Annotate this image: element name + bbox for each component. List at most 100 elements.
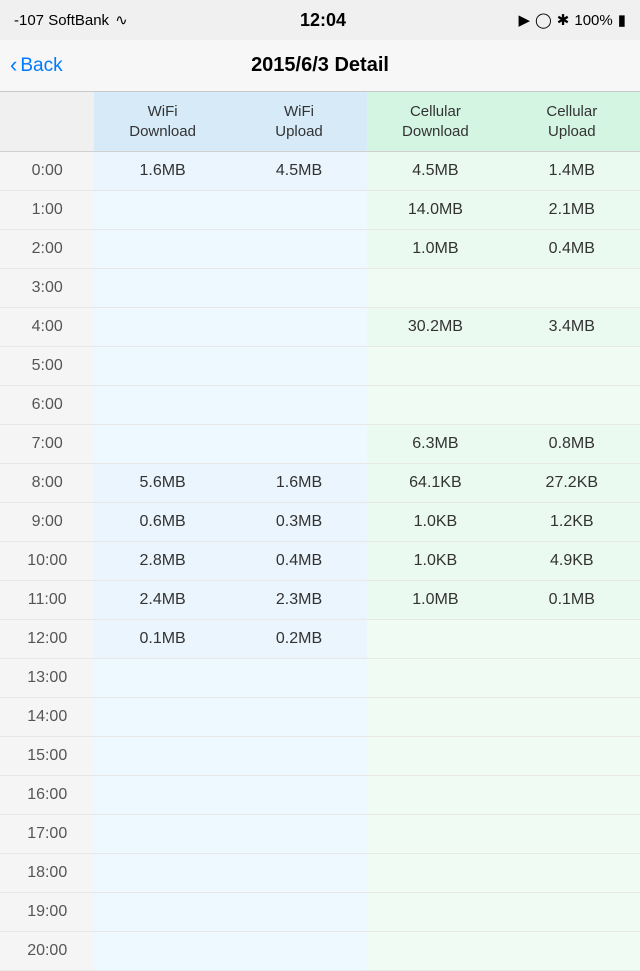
wifi-download-cell bbox=[94, 893, 230, 932]
table-row: 10:002.8MB0.4MB1.0KB4.9KB bbox=[0, 542, 640, 581]
wifi-upload-cell: 0.3MB bbox=[231, 503, 367, 542]
wifi-download-cell bbox=[94, 386, 230, 425]
table-row: 16:00 bbox=[0, 776, 640, 815]
wifi-download-cell: 0.6MB bbox=[94, 503, 230, 542]
wifi-upload-cell bbox=[231, 230, 367, 269]
table-row: 1:00 14.0MB2.1MB bbox=[0, 191, 640, 230]
cell-upload-cell: 27.2KB bbox=[504, 464, 640, 503]
wifi-upload-cell bbox=[231, 776, 367, 815]
col-header-cell-upload: CellularUpload bbox=[504, 92, 640, 152]
wifi-upload-cell: 2.3MB bbox=[231, 581, 367, 620]
cell-download-cell: 14.0MB bbox=[367, 191, 503, 230]
time-cell: 14:00 bbox=[0, 698, 94, 737]
bluetooth-icon: ✱ bbox=[557, 11, 570, 29]
cell-upload-cell: 0.4MB bbox=[504, 230, 640, 269]
wifi-upload-cell bbox=[231, 347, 367, 386]
time-cell: 11:00 bbox=[0, 581, 94, 620]
col-header-wifi-download: WiFiDownload bbox=[94, 92, 230, 152]
col-header-time bbox=[0, 92, 94, 152]
table-row: 19:00 bbox=[0, 893, 640, 932]
table-row: 3:00 bbox=[0, 269, 640, 308]
cell-download-cell: 4.5MB bbox=[367, 152, 503, 191]
wifi-upload-cell bbox=[231, 425, 367, 464]
time-cell: 1:00 bbox=[0, 191, 94, 230]
cell-download-cell: 6.3MB bbox=[367, 425, 503, 464]
col-header-cell-download: CellularDownload bbox=[367, 92, 503, 152]
back-button[interactable]: ‹ Back bbox=[10, 55, 63, 77]
cell-upload-cell: 2.1MB bbox=[504, 191, 640, 230]
table-row: 18:00 bbox=[0, 854, 640, 893]
wifi-download-cell bbox=[94, 815, 230, 854]
table-row: 14:00 bbox=[0, 698, 640, 737]
cell-download-cell: 1.0MB bbox=[367, 581, 503, 620]
cell-upload-cell bbox=[504, 269, 640, 308]
usage-table: WiFiDownload WiFiUpload CellularDownload… bbox=[0, 92, 640, 971]
wifi-download-cell: 1.6MB bbox=[94, 152, 230, 191]
status-time: 12:04 bbox=[300, 10, 346, 31]
cell-upload-cell bbox=[504, 620, 640, 659]
wifi-download-cell bbox=[94, 698, 230, 737]
wifi-download-cell bbox=[94, 191, 230, 230]
wifi-upload-cell bbox=[231, 737, 367, 776]
time-cell: 20:00 bbox=[0, 932, 94, 971]
wifi-upload-cell bbox=[231, 815, 367, 854]
time-cell: 5:00 bbox=[0, 347, 94, 386]
time-cell: 17:00 bbox=[0, 815, 94, 854]
cell-upload-cell bbox=[504, 698, 640, 737]
back-chevron-icon: ‹ bbox=[10, 54, 17, 76]
wifi-download-cell bbox=[94, 347, 230, 386]
table-row: 20:00 bbox=[0, 932, 640, 971]
cell-upload-cell bbox=[504, 854, 640, 893]
table-row: 11:002.4MB2.3MB1.0MB0.1MB bbox=[0, 581, 640, 620]
wifi-download-cell bbox=[94, 854, 230, 893]
table-row: 15:00 bbox=[0, 737, 640, 776]
time-cell: 8:00 bbox=[0, 464, 94, 503]
cell-download-cell bbox=[367, 854, 503, 893]
table-row: 13:00 bbox=[0, 659, 640, 698]
wifi-download-cell: 2.8MB bbox=[94, 542, 230, 581]
cell-download-cell: 1.0KB bbox=[367, 542, 503, 581]
table-header: WiFiDownload WiFiUpload CellularDownload… bbox=[0, 92, 640, 152]
time-cell: 10:00 bbox=[0, 542, 94, 581]
table-row: 17:00 bbox=[0, 815, 640, 854]
cell-upload-cell bbox=[504, 737, 640, 776]
time-cell: 15:00 bbox=[0, 737, 94, 776]
cell-upload-cell bbox=[504, 347, 640, 386]
cell-download-cell bbox=[367, 893, 503, 932]
back-label: Back bbox=[20, 55, 62, 77]
wifi-upload-cell bbox=[231, 269, 367, 308]
cell-upload-cell: 0.8MB bbox=[504, 425, 640, 464]
wifi-upload-cell bbox=[231, 191, 367, 230]
cell-download-cell bbox=[367, 932, 503, 971]
cell-upload-cell: 1.4MB bbox=[504, 152, 640, 191]
time-cell: 4:00 bbox=[0, 308, 94, 347]
wifi-download-cell bbox=[94, 425, 230, 464]
status-carrier-wifi: -107 SoftBank ∿ bbox=[14, 11, 128, 29]
wifi-upload-cell bbox=[231, 308, 367, 347]
time-cell: 0:00 bbox=[0, 152, 94, 191]
wifi-download-cell: 0.1MB bbox=[94, 620, 230, 659]
cell-download-cell bbox=[367, 659, 503, 698]
table-row: 5:00 bbox=[0, 347, 640, 386]
cell-download-cell: 1.0KB bbox=[367, 503, 503, 542]
wifi-download-cell bbox=[94, 308, 230, 347]
cell-upload-cell: 4.9KB bbox=[504, 542, 640, 581]
wifi-upload-cell bbox=[231, 698, 367, 737]
cell-upload-cell: 1.2KB bbox=[504, 503, 640, 542]
nav-bar: ‹ Back 2015/6/3 Detail bbox=[0, 40, 640, 92]
carrier-label: -107 SoftBank bbox=[14, 12, 109, 29]
time-cell: 18:00 bbox=[0, 854, 94, 893]
cell-download-cell bbox=[367, 776, 503, 815]
alarm-icon: ◯ bbox=[535, 11, 552, 29]
cell-download-cell: 1.0MB bbox=[367, 230, 503, 269]
wifi-download-cell bbox=[94, 776, 230, 815]
table-row: 8:005.6MB1.6MB64.1KB27.2KB bbox=[0, 464, 640, 503]
time-cell: 6:00 bbox=[0, 386, 94, 425]
time-cell: 12:00 bbox=[0, 620, 94, 659]
battery-icon: ▮ bbox=[618, 11, 626, 29]
table-row: 7:006.3MB0.8MB bbox=[0, 425, 640, 464]
cell-download-cell bbox=[367, 698, 503, 737]
cell-download-cell: 30.2MB bbox=[367, 308, 503, 347]
wifi-download-cell: 5.6MB bbox=[94, 464, 230, 503]
battery-label: 100% bbox=[574, 12, 612, 29]
